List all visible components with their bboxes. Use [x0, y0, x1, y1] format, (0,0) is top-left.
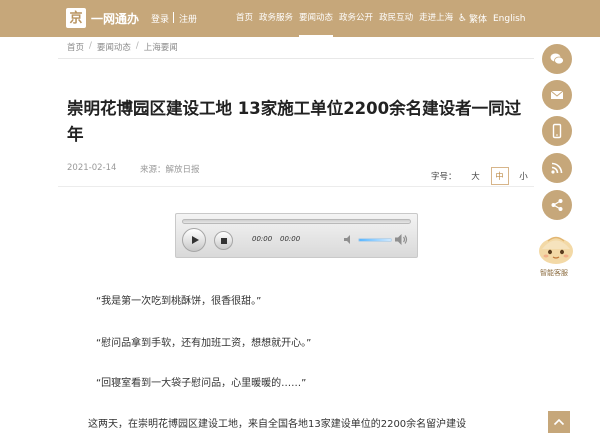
font-size-label: 字号：: [431, 172, 457, 182]
font-size-medium[interactable]: 中: [490, 167, 509, 185]
mail-button[interactable]: [542, 80, 572, 110]
volume-slider[interactable]: [358, 238, 392, 242]
breadcrumb-news[interactable]: 要闻动态: [97, 41, 131, 53]
font-size-small[interactable]: 小: [515, 167, 533, 185]
wechat-button[interactable]: [542, 44, 572, 74]
assistant-mascot-icon[interactable]: [536, 230, 576, 266]
article-paragraph: “回寝室看到一大袋子慰问品，心里暖暖的……”: [96, 378, 307, 389]
article-paragraph: “慰问品拿到手软，还有加班工资，想想就开心。”: [96, 338, 312, 349]
font-size-switcher: 字号： 大 中 小: [431, 167, 539, 185]
wechat-icon: [550, 53, 564, 65]
meta-divider: [58, 186, 534, 187]
english-link[interactable]: English: [493, 14, 526, 24]
login-link[interactable]: 登录: [151, 12, 169, 25]
logo-icon[interactable]: 京: [66, 8, 86, 28]
nav-item-about-shanghai[interactable]: 走进上海: [419, 0, 457, 37]
top-bar: 京 一网通办 登录 注册 首页 政务服务 要闻动态 政务公开 政民互动 走进上海…: [0, 0, 600, 37]
breadcrumb: 首页 / 要闻动态 / 上海要闻: [67, 41, 178, 53]
rss-button[interactable]: [542, 153, 572, 183]
audio-player: 00:00 00:00: [175, 213, 418, 258]
arrow-up-icon: [553, 418, 565, 426]
share-button[interactable]: [542, 190, 572, 220]
share-icon: [551, 199, 563, 211]
article-paragraph: 这两天，在崇明花博园区建设工地，来自全国各地13家建设单位的2200余名留沪建设: [88, 419, 467, 430]
login-divider: [173, 12, 174, 23]
stop-button[interactable]: [214, 231, 233, 250]
brand-name[interactable]: 一网通办: [91, 10, 139, 27]
font-size-large[interactable]: 大: [467, 167, 485, 185]
mail-icon: [550, 90, 564, 99]
nav-item-home[interactable]: 首页: [236, 0, 257, 37]
volume-icon[interactable]: [395, 234, 408, 245]
nav-item-news[interactable]: 要闻动态: [299, 0, 337, 37]
breadcrumb-divider: [58, 58, 534, 59]
assistant-label[interactable]: 智能客服: [540, 268, 568, 278]
mobile-button[interactable]: [542, 116, 572, 146]
traditional-chinese-link[interactable]: 繁体: [469, 12, 487, 25]
breadcrumb-separator: /: [89, 41, 92, 51]
back-to-top-button[interactable]: [548, 411, 570, 433]
article-paragraph: “我是第一次吃到桃酥饼，很香很甜。”: [96, 296, 262, 307]
mute-icon[interactable]: [344, 235, 354, 244]
rss-icon: [551, 162, 563, 174]
language-switch: ♿ 繁体 English: [458, 12, 525, 25]
nav-item-services[interactable]: 政务服务: [259, 0, 297, 37]
mobile-icon: [552, 123, 562, 139]
audio-duration: 00:00: [280, 235, 301, 243]
article-title: 崇明花博园区建设工地 13家施工单位2200余名建设者一同过年: [67, 99, 522, 144]
article-source: 来源：解放日报: [140, 165, 200, 175]
main-nav: 首页 政务服务 要闻动态 政务公开 政民互动 走进上海: [236, 0, 459, 37]
article-date: 2021-02-14: [67, 163, 117, 173]
breadcrumb-shanghai-news[interactable]: 上海要闻: [144, 41, 178, 53]
play-button[interactable]: [182, 228, 206, 252]
breadcrumb-home[interactable]: 首页: [67, 41, 84, 53]
nav-item-interaction[interactable]: 政民互动: [379, 0, 417, 37]
nav-item-public-info[interactable]: 政务公开: [339, 0, 377, 37]
register-link[interactable]: 注册: [179, 12, 197, 25]
breadcrumb-separator: /: [135, 41, 139, 51]
accessibility-icon[interactable]: ♿: [458, 13, 467, 24]
audio-progress-bar[interactable]: [182, 219, 411, 224]
audio-current-time: 00:00: [252, 235, 273, 243]
